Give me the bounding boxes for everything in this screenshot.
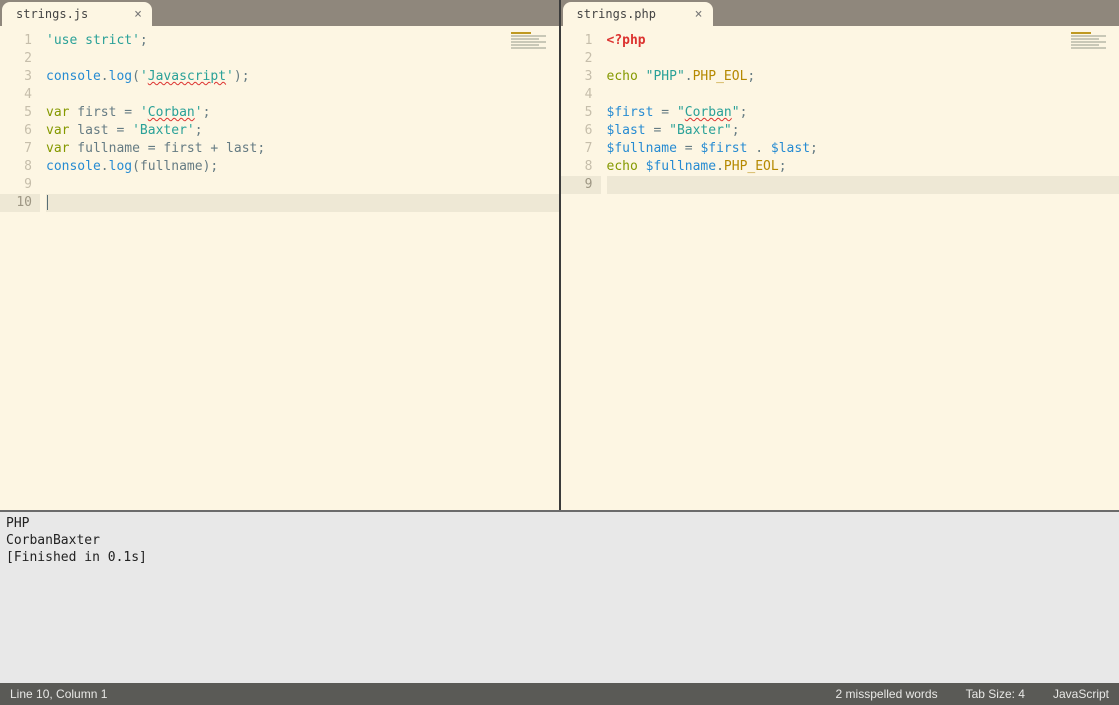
minimap-left[interactable] <box>511 32 553 60</box>
pane-right: strings.php × 123456789 <?phpecho "PHP".… <box>559 0 1119 510</box>
editor-right[interactable]: 123456789 <?phpecho "PHP".PHP_EOL;$first… <box>561 26 1119 510</box>
tab-strings-php[interactable]: strings.php × <box>563 2 713 26</box>
tab-title: strings.php <box>577 7 656 21</box>
status-bar: Line 10, Column 1 2 misspelled words Tab… <box>0 683 1119 705</box>
editor-split: strings.js × 12345678910 'use strict';co… <box>0 0 1119 510</box>
status-tabsize[interactable]: Tab Size: 4 <box>966 687 1025 701</box>
build-output-panel[interactable]: PHP CorbanBaxter [Finished in 0.1s] <box>0 510 1119 683</box>
tab-bar-left[interactable]: strings.js × <box>0 0 559 26</box>
tab-bar-right[interactable]: strings.php × <box>561 0 1119 26</box>
code-right[interactable]: <?phpecho "PHP".PHP_EOL;$first = "Corban… <box>601 26 1119 510</box>
tab-title: strings.js <box>16 7 88 21</box>
status-cursor[interactable]: Line 10, Column 1 <box>10 687 107 701</box>
pane-left: strings.js × 12345678910 'use strict';co… <box>0 0 559 510</box>
editor-left[interactable]: 12345678910 'use strict';console.log('Ja… <box>0 26 559 510</box>
tab-strings-js[interactable]: strings.js × <box>2 2 152 26</box>
status-syntax[interactable]: JavaScript <box>1053 687 1109 701</box>
close-icon[interactable]: × <box>695 7 703 22</box>
gutter-left: 12345678910 <box>0 26 40 510</box>
close-icon[interactable]: × <box>134 7 142 22</box>
status-spell[interactable]: 2 misspelled words <box>836 687 938 701</box>
minimap-right[interactable] <box>1071 32 1113 60</box>
gutter-right: 123456789 <box>561 26 601 510</box>
code-left[interactable]: 'use strict';console.log('Javascript');v… <box>40 26 559 510</box>
